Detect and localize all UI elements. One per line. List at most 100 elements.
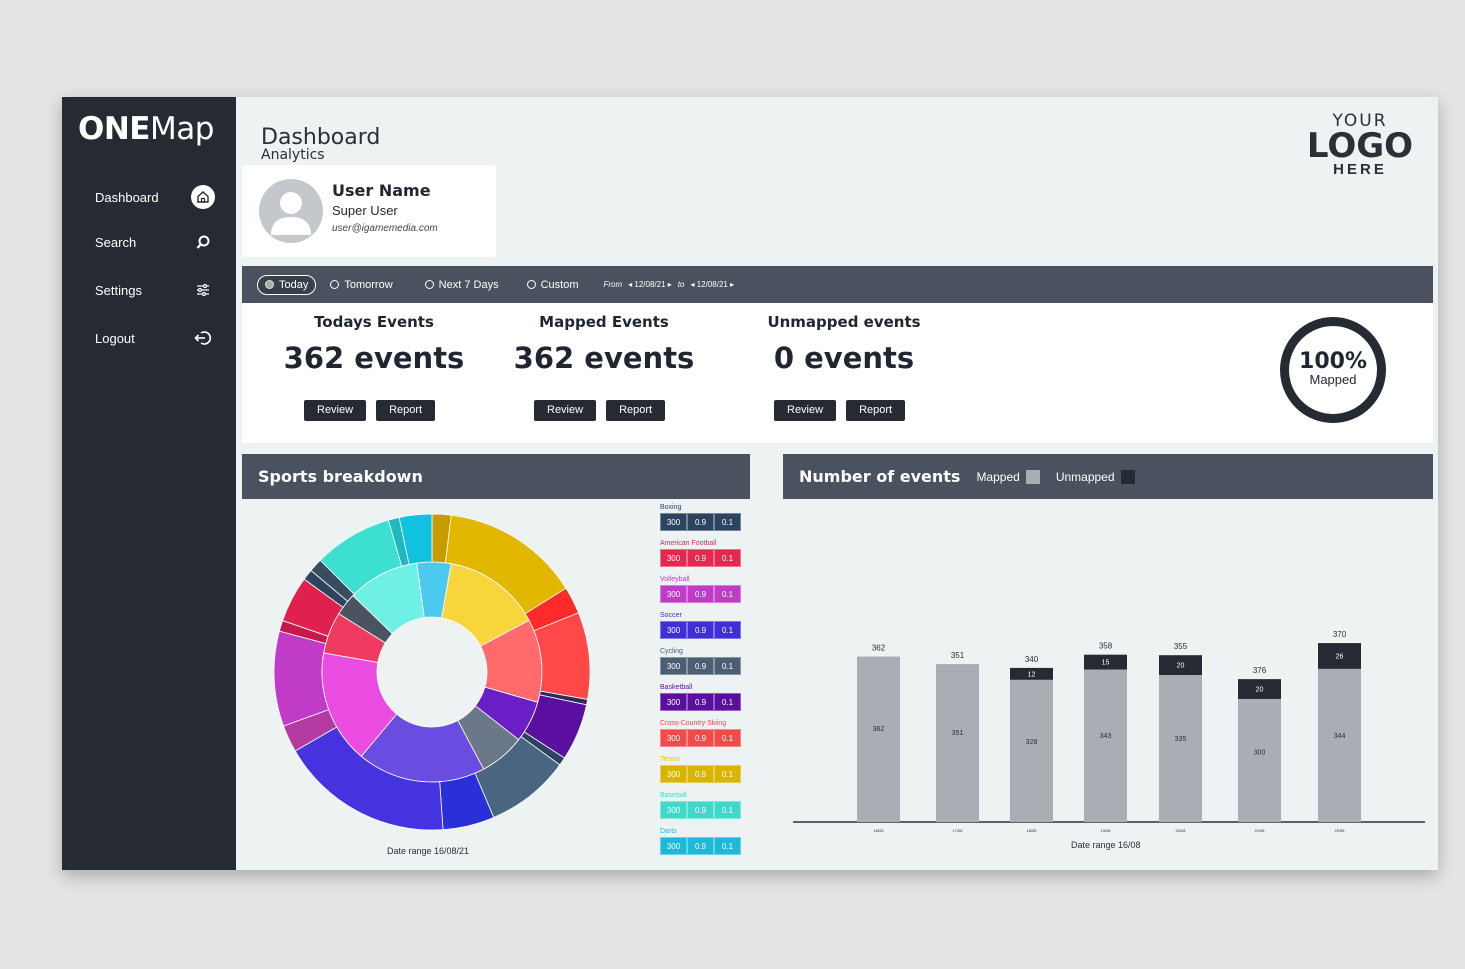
stat-actions: Review Report (304, 400, 436, 421)
sport-legend-item: Soccer 300 0.9 0.1 (660, 611, 744, 647)
sidebar-item-settings[interactable]: Settings (95, 277, 215, 303)
sidebar-item-dashboard[interactable]: Dashboard (95, 184, 215, 210)
sport-values: 300 0.9 0.1 (660, 693, 744, 711)
stat-value: 362 events (283, 341, 465, 375)
sport-value-cell: 300 (660, 801, 687, 819)
from-date-picker[interactable]: ◂ 12/08/21 ▸ (628, 280, 672, 289)
bar-mapped (936, 664, 979, 822)
sport-value-cell: 0.1 (714, 549, 741, 567)
sport-value-cell: 0.1 (714, 801, 741, 819)
sport-name: Tennis (660, 756, 681, 763)
app-logo: ONEMap (78, 111, 214, 147)
events-caption: Date range 16/08 (1071, 840, 1141, 850)
bar-mapped-label: 335 (1175, 736, 1187, 743)
date-filter-bar: Today Tomorrow Next 7 Days Custom From ◂… (242, 266, 1433, 303)
review-button[interactable]: Review (534, 400, 597, 421)
bar-mapped (1159, 675, 1202, 822)
stat-todays-events: Todays Events 362 events (279, 313, 469, 375)
to-date-picker[interactable]: ◂ 12/08/21 ▸ (690, 280, 734, 289)
sidebar-item-search[interactable]: Search (95, 229, 215, 255)
sport-value-cell: 300 (660, 657, 687, 675)
sport-value-cell: 0.1 (714, 585, 741, 603)
sport-value-cell: 300 (660, 837, 687, 855)
bar-mapped-label: 362 (873, 726, 885, 733)
from-label: From (603, 280, 623, 289)
bar-mapped (1010, 679, 1053, 822)
user-card: User Name Super User user@igamemedia.com (242, 165, 496, 257)
report-button[interactable]: Report (376, 400, 436, 421)
legend-unmapped: Unmapped (1055, 469, 1135, 484)
sport-value-cell: 300 (660, 621, 687, 639)
sport-values: 300 0.9 0.1 (660, 801, 744, 819)
events-panel-title: Number of events (799, 467, 961, 486)
sport-values: 300 0.9 0.1 (660, 549, 744, 567)
sport-name: Baseball (660, 792, 687, 799)
search-icon (191, 230, 215, 254)
sport-legend-item: Cross-Country Skiing 300 0.9 0.1 (660, 719, 744, 755)
report-button[interactable]: Report (606, 400, 666, 421)
bar-mapped (1318, 668, 1361, 822)
sport-value-cell: 0.1 (714, 837, 741, 855)
x-tick-label: 18/08 (1026, 828, 1037, 833)
sports-panel-header: Sports breakdown (242, 454, 750, 499)
filter-next-7-days[interactable]: Next 7 Days (424, 275, 499, 295)
radio-selected-icon (265, 280, 274, 289)
stat-unmapped-events: Unmapped events 0 events (749, 313, 939, 375)
sport-legend-item: Cycling 300 0.9 0.1 (660, 647, 744, 683)
sport-value-cell: 0.9 (687, 549, 714, 567)
sport-name: Cross-Country Skiing (660, 720, 727, 727)
bar-unmapped-label: 20 (1177, 663, 1185, 670)
filter-today[interactable]: Today (257, 274, 317, 295)
filter-custom[interactable]: Custom (526, 275, 578, 295)
sport-legend-item: Volleyball 300 0.9 0.1 (660, 575, 744, 611)
legend-label: Unmapped (1055, 469, 1115, 484)
x-tick-label: 19/08 (1100, 828, 1111, 833)
report-button[interactable]: Report (846, 400, 906, 421)
bar-mapped-label: 344 (1334, 733, 1346, 740)
bar-total-label: 351 (951, 651, 965, 660)
x-tick-label: 20/08 (1175, 828, 1186, 833)
events-panel-header: Number of events Mapped Unmapped (783, 454, 1433, 499)
home-icon (191, 185, 215, 209)
sports-panel-title: Sports breakdown (258, 467, 423, 486)
sport-value-cell: 300 (660, 549, 687, 567)
x-tick-label: 21/08 (1254, 828, 1265, 833)
mapped-percent-value: 100% (1299, 349, 1367, 374)
sport-value-cell: 0.1 (714, 513, 741, 531)
sidebar-item-logout[interactable]: Logout (95, 325, 215, 351)
sport-value-cell: 300 (660, 693, 687, 711)
sport-values: 300 0.9 0.1 (660, 657, 744, 675)
filter-tomorrow[interactable]: Tomorrow (330, 275, 393, 295)
bar-mapped (1084, 669, 1127, 822)
review-button[interactable]: Review (304, 400, 367, 421)
sport-value-cell: 0.9 (687, 585, 714, 603)
mapped-percent-ring: 100% Mapped (1280, 317, 1386, 423)
sport-value-cell: 0.9 (687, 765, 714, 783)
sidebar-item-label: Search (95, 234, 137, 250)
review-button[interactable]: Review (774, 400, 837, 421)
bar-total-label: 370 (1333, 630, 1347, 639)
bar-unmapped-label: 20 (1256, 687, 1264, 694)
sport-name: Basketball (660, 684, 693, 691)
brand-logo-placeholder: YOUR LOGO HERE (1302, 111, 1418, 178)
sport-value-cell: 300 (660, 585, 687, 603)
sport-value-cell: 0.9 (687, 837, 714, 855)
sidebar-item-label: Settings (95, 282, 142, 298)
user-role: Super User (332, 203, 398, 218)
bar-unmapped-label: 15 (1102, 660, 1110, 667)
bar-mapped-label: 300 (1254, 749, 1266, 756)
bar-mapped-label: 328 (1026, 739, 1038, 746)
x-tick-label: 16/08 (873, 828, 884, 833)
sport-name: Cycling (660, 648, 683, 655)
app-window: ONEMap Dashboard Search Settings Logout (62, 97, 1438, 870)
sidebar-item-label: Dashboard (95, 189, 159, 205)
filter-label: Tomorrow (344, 278, 393, 291)
sport-value-cell: 0.9 (687, 513, 714, 531)
bar-mapped-label: 351 (952, 730, 964, 737)
sport-value-cell: 0.9 (687, 657, 714, 675)
sport-legend-item: Boxing 300 0.9 0.1 (660, 503, 744, 539)
stat-actions: Review Report (534, 400, 666, 421)
radio-icon (424, 280, 434, 289)
x-tick-label: 17/08 (952, 828, 963, 833)
filter-label: Next 7 Days (438, 278, 499, 291)
